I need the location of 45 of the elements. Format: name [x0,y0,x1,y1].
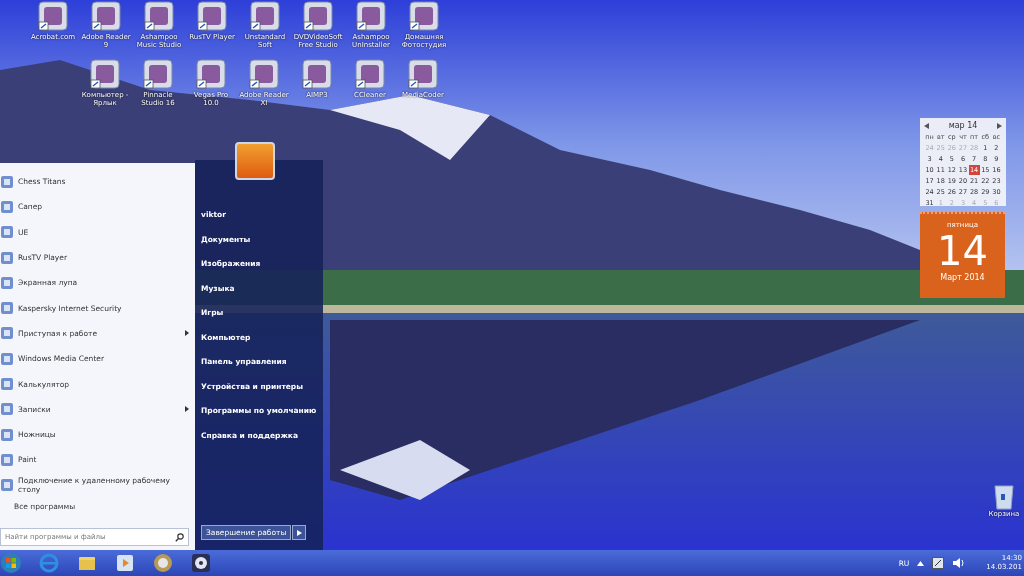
speaker-icon[interactable] [952,557,965,569]
start-button-icon[interactable] [0,552,22,574]
next-month-icon[interactable] [996,122,1002,129]
submenu-arrow-icon [185,330,189,337]
day-number: 14 [937,229,988,273]
submenu-arrow-icon [185,406,189,413]
shortcut-icon[interactable] [355,0,387,32]
shortcut-icon[interactable] [354,58,386,90]
shortcut-icon[interactable] [248,58,280,90]
program-icon [0,199,14,214]
program-icon [0,250,14,265]
search-icon [175,533,184,542]
shortcut-icon[interactable] [302,0,334,32]
shortcut-icon[interactable] [143,0,175,32]
program-icon [0,301,14,316]
shortcut-icon[interactable] [407,58,439,90]
program-icon [0,377,14,391]
previous-month-icon[interactable] [924,122,930,129]
shortcut-icon[interactable] [301,58,333,90]
app-icon[interactable] [152,552,174,574]
program-icon [0,326,14,341]
program-icon [0,174,14,189]
shortcut-icon[interactable] [195,58,227,90]
shortcut-icon[interactable] [90,0,122,32]
program-icon [0,452,14,467]
media-player-icon[interactable] [114,552,136,574]
shortcut-icon[interactable] [408,0,440,32]
program-icon [0,225,14,240]
program-icon [0,351,14,366]
show-hidden-icons-icon[interactable] [917,560,925,566]
program-icon [0,478,14,493]
month-label: мар 14 [948,121,978,130]
shortcut-icon[interactable] [142,58,174,90]
program-icon [0,427,14,442]
recycle-bin-icon[interactable] [992,482,1016,510]
shutdown-options-button[interactable] [292,525,307,540]
shortcut-icon[interactable] [196,0,228,32]
program-icon [0,402,14,417]
month-year-text: Март 2014 [940,273,985,282]
shortcut-icon[interactable] [89,58,121,90]
shortcut-icon[interactable] [249,0,281,32]
shortcut-icon[interactable] [37,0,69,32]
arrow-icon [296,529,303,536]
user-picture[interactable] [235,142,275,180]
program-icon [0,275,14,290]
